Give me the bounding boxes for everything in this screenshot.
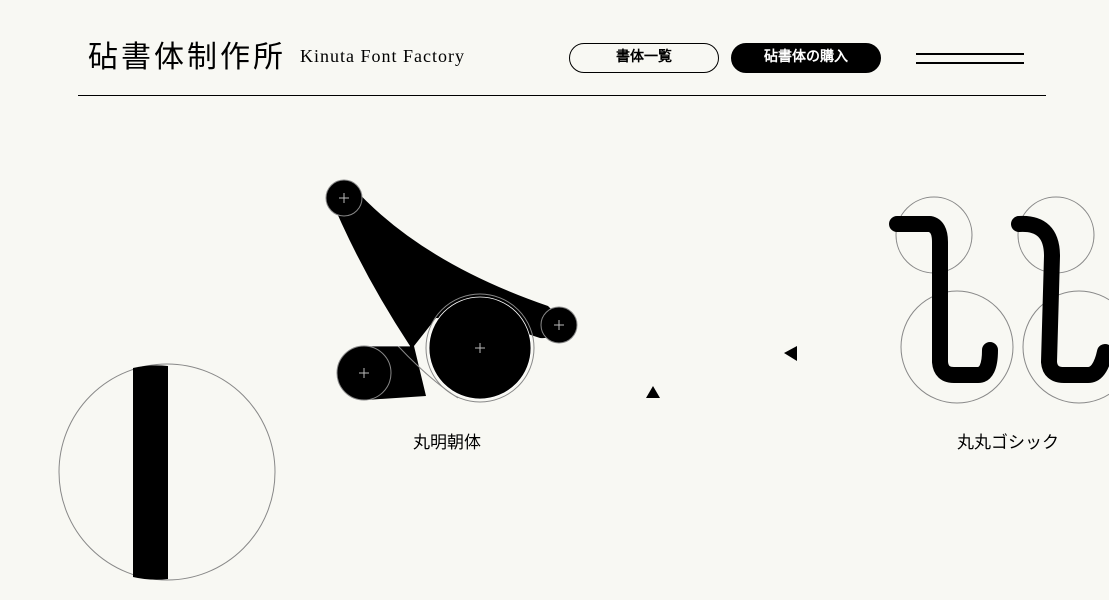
gothic-stroke-construction[interactable] xyxy=(889,196,1109,404)
triangle-left-icon xyxy=(784,346,797,361)
triangle-up-icon xyxy=(646,386,660,398)
mincho-stroke-construction[interactable] xyxy=(325,179,578,403)
showcase-canvas xyxy=(58,179,1109,581)
typeface-label-maru-mincho[interactable]: 丸明朝体 xyxy=(413,432,481,454)
typeface-label-maru-maru-gothic[interactable]: 丸丸ゴシック xyxy=(957,432,1059,454)
vertical-stroke-circle xyxy=(58,363,276,581)
